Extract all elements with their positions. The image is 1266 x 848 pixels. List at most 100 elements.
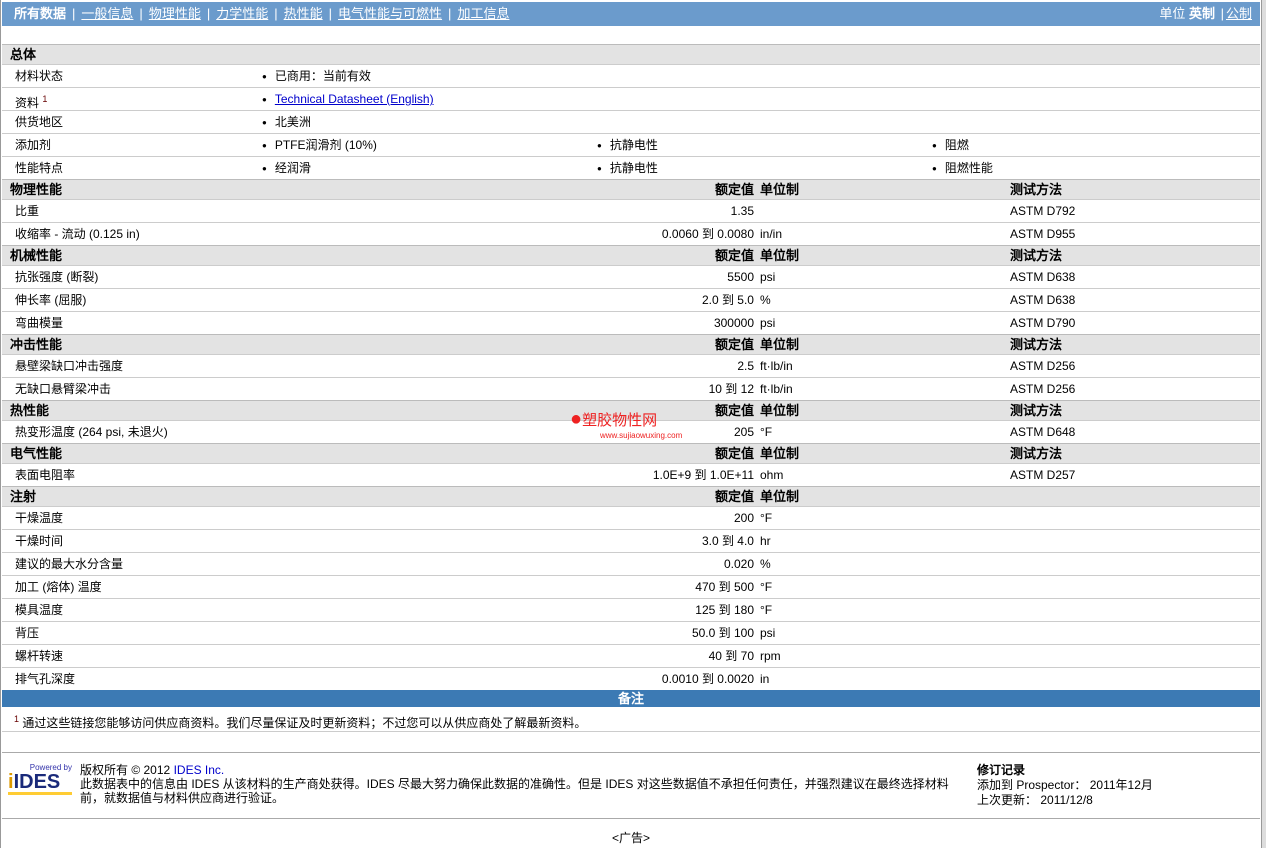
test-method: ASTM D638 <box>1010 293 1076 307</box>
ides-logo: Powered by iIDES <box>8 763 72 795</box>
header-value: 额定值 <box>714 337 754 352</box>
header-method: 测试方法 <box>1010 337 1063 352</box>
section-header: 冲击性能 额定值 单位制 测试方法 <box>2 334 1260 354</box>
value-text: 经润滑 <box>274 161 311 175</box>
nav-tab-4[interactable]: 热性能 <box>284 6 323 21</box>
table-row: 伸长率 (屈服) 2.0 到 5.0% ASTM D638 <box>2 288 1260 311</box>
property-name: 建议的最大水分含量 <box>15 557 124 571</box>
section-title: 物理性能 <box>10 182 63 197</box>
section-header: 电气性能 额定值 单位制 测试方法 <box>2 443 1260 463</box>
section-title: 电气性能 <box>10 446 63 461</box>
header-value: 额定值 <box>714 489 754 504</box>
property-name: 干燥温度 <box>15 511 64 525</box>
property-value: 50.0 到 100 <box>691 626 754 640</box>
general-row: 材料状态 已商用：当前有效 <box>2 64 1260 87</box>
property-value: 205 <box>733 425 754 439</box>
table-row: 弯曲模量 300000 psi ASTM D790 <box>2 311 1260 334</box>
footnote-text: 通过这些链接您能够访问供应商资料。我们尽量保证及时更新资料；不过您可以从供应商处… <box>22 716 587 730</box>
property-unit: °F <box>760 580 773 594</box>
nav-separator: | <box>274 6 278 21</box>
property-name: 排气孔深度 <box>15 672 76 686</box>
property-value: 5500 <box>727 270 754 284</box>
table-row: 排气孔深度 0.0010 到 0.0020 in <box>2 667 1260 690</box>
table-row: 建议的最大水分含量 0.020% <box>2 552 1260 575</box>
section-title: 注射 <box>10 489 37 504</box>
nav-separator: | <box>72 6 76 21</box>
property-unit: psi <box>760 626 776 640</box>
row-label-text: 添加剂 <box>15 138 52 152</box>
value-text: 北美洲 <box>274 115 311 129</box>
test-method: ASTM D256 <box>1010 382 1076 396</box>
property-value: 2.0 到 5.0 <box>701 293 754 307</box>
section-header: 注射 额定值 单位制 <box>2 486 1260 506</box>
section-title: 机械性能 <box>10 248 63 263</box>
footnote: 1 通过这些链接您能够访问供应商资料。我们尽量保证及时更新资料；不过您可以从供应… <box>2 707 1260 732</box>
bullet-value: 北美洲 <box>262 111 311 134</box>
property-value: 470 到 500 <box>695 580 754 594</box>
table-row: 抗张强度 (断裂) 5500 psi ASTM D638 <box>2 265 1260 288</box>
bullet-value: 抗静电性 <box>597 134 658 157</box>
property-unit: psi <box>760 316 776 330</box>
property-unit: psi <box>760 270 776 284</box>
test-method: ASTM D790 <box>1010 316 1076 330</box>
property-name: 比重 <box>15 204 40 218</box>
property-name: 螺杆转速 <box>15 649 64 663</box>
footer: Powered by iIDES 版权所有 © 2012 IDES Inc. 此… <box>2 752 1260 819</box>
general-row: 添加剂 PTFE润滑剂 (10%) 抗静电性 阻燃 <box>2 133 1260 156</box>
property-unit: ohm <box>760 468 784 482</box>
header-value: 额定值 <box>714 248 754 263</box>
scrollbar[interactable] <box>1262 0 1266 848</box>
bullet-value: 抗静电性 <box>597 157 658 180</box>
nav-separator: | <box>328 6 333 21</box>
bullet-value: 阻燃性能 <box>932 157 993 180</box>
unit-imperial[interactable]: 英制 <box>1189 6 1215 21</box>
unit-metric[interactable]: 公制 <box>1226 6 1252 21</box>
nav-tab-6[interactable]: 加工信息 <box>457 6 509 21</box>
test-method: ASTM D792 <box>1010 204 1076 218</box>
general-row: 资料 1 Technical Datasheet (English) <box>2 87 1260 110</box>
nav-tab-0[interactable]: 所有数据 <box>14 6 66 21</box>
property-unit: in <box>760 672 770 686</box>
test-method: ASTM D955 <box>1010 227 1076 241</box>
nav-tab-2[interactable]: 物理性能 <box>149 6 201 21</box>
datasheet-table: 总体材料状态 已商用：当前有效资料 1 Technical Datasheet (E… <box>2 44 1260 732</box>
section-header: 机械性能 额定值 单位制 测试方法 <box>2 245 1260 265</box>
table-row: 表面电阻率 1.0E+9 到 1.0E+11 ohm ASTM D257 <box>2 463 1260 486</box>
property-name: 无缺口悬臂梁冲击 <box>15 382 112 396</box>
property-name: 模具温度 <box>15 603 64 617</box>
header-method: 测试方法 <box>1010 182 1063 197</box>
property-unit: in/in <box>760 227 783 241</box>
property-unit: rpm <box>760 649 781 663</box>
test-method: ASTM D638 <box>1010 270 1076 284</box>
property-value: 0.0060 到 0.0080 <box>661 227 754 241</box>
property-unit: °F <box>760 511 773 525</box>
nav-separator: | <box>139 6 143 21</box>
bullet-value: 已商用：当前有效 <box>262 65 371 88</box>
value-text: 抗静电性 <box>609 161 658 175</box>
property-name: 表面电阻率 <box>15 468 76 482</box>
property-name: 弯曲模量 <box>15 316 64 330</box>
row-label: 供货地区 <box>15 111 63 133</box>
general-row: 性能特点 经润滑 抗静电性 阻燃性能 <box>2 156 1260 179</box>
section-header-general: 总体 <box>2 44 1260 64</box>
header-value: 额定值 <box>714 403 754 418</box>
property-name: 热变形温度 (264 psi, 未退火) <box>15 425 168 439</box>
property-value: 10 到 12 <box>708 382 754 396</box>
watermark: ●塑胶物性网 www.sujiaowuxing.com <box>570 408 683 440</box>
header-unit: 单位制 <box>760 446 800 461</box>
nav-tab-1[interactable]: 一般信息 <box>81 6 133 21</box>
property-name: 背压 <box>15 626 40 640</box>
test-method: ASTM D257 <box>1010 468 1076 482</box>
row-label: 添加剂 <box>15 134 51 156</box>
datasheet-link[interactable]: Technical Datasheet (English) <box>275 92 434 106</box>
revision-history: 修订记录 添加到 Prospector： 2011年12月 上次更新： 2011… <box>977 763 1153 807</box>
property-name: 收缩率 - 流动 (0.125 in) <box>15 227 140 241</box>
header-method: 测试方法 <box>1010 403 1063 418</box>
property-value: 125 到 180 <box>695 603 754 617</box>
bullet-value: PTFE润滑剂 (10%) <box>262 134 377 157</box>
nav-tab-3[interactable]: 力学性能 <box>216 6 268 21</box>
value-text: PTFE润滑剂 (10%) <box>274 138 377 152</box>
nav-tab-5[interactable]: 电气性能与可燃性 <box>338 6 442 21</box>
ides-link[interactable]: IDES Inc. <box>174 763 225 777</box>
property-name: 伸长率 (屈服) <box>15 293 87 307</box>
